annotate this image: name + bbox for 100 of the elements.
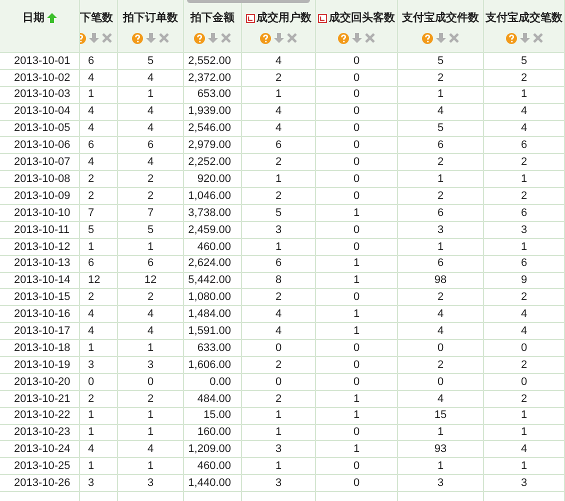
- table-cell: 1: [398, 424, 484, 442]
- table-cell: 2013-10-25: [0, 458, 80, 476]
- table-cell: 3: [398, 475, 484, 492]
- table-cell: 0: [398, 374, 484, 391]
- table-cell: 1: [242, 408, 316, 425]
- table-cell: 0: [316, 475, 398, 492]
- table-cell: 484.00: [184, 390, 242, 408]
- table-cell: 2013-10-13: [0, 256, 80, 273]
- sort-down-icon[interactable]: [146, 33, 156, 43]
- table-cell: 6: [398, 256, 484, 273]
- table-cell: 4: [484, 120, 565, 138]
- remove-icon[interactable]: [532, 33, 542, 43]
- table-cell: 4: [118, 120, 184, 138]
- table-cell: 6: [484, 256, 565, 273]
- table-cell: 12: [80, 272, 118, 290]
- table-cell: 2,372.00: [184, 70, 242, 87]
- table-cell: 1: [118, 408, 184, 425]
- sort-down-icon[interactable]: [274, 33, 284, 43]
- table-cell: 2013-10-05: [0, 120, 80, 138]
- table-cell: 920.00: [184, 171, 242, 188]
- table-cell: 4: [80, 306, 118, 324]
- remove-icon[interactable]: [159, 33, 169, 43]
- remove-icon[interactable]: [287, 33, 297, 43]
- table-cell: 160.00: [184, 424, 242, 442]
- help-icon[interactable]: [132, 32, 143, 44]
- table-cell: 6: [242, 137, 316, 154]
- help-icon[interactable]: [506, 32, 516, 44]
- table-cell: 1: [80, 86, 118, 104]
- table-cell: 1: [484, 171, 565, 188]
- table-cell: 4: [80, 323, 118, 340]
- table-cell: 1: [484, 424, 565, 442]
- table-cell: 2: [242, 289, 316, 306]
- remove-icon[interactable]: [365, 33, 375, 43]
- sort-down-icon[interactable]: [352, 33, 362, 43]
- table-cell: 7: [118, 205, 184, 222]
- table-cell: 8: [242, 272, 316, 290]
- table-cell: 0: [316, 53, 398, 70]
- table-cell: 2013-10-22: [0, 408, 80, 425]
- help-icon[interactable]: [194, 32, 205, 44]
- sort-down-icon[interactable]: [436, 33, 446, 43]
- table-cell: 2,979.00: [184, 137, 242, 154]
- table-cell: 1: [118, 238, 184, 256]
- table-cell: 1: [118, 86, 184, 104]
- table-cell: 2013-10-03: [0, 86, 80, 104]
- table-cell: 1: [242, 171, 316, 188]
- table-cell: 1: [80, 238, 118, 256]
- table-cell: 2013-10-01: [0, 53, 80, 70]
- table-cell: 3: [242, 441, 316, 458]
- remove-icon[interactable]: [449, 33, 459, 43]
- table-cell: 1: [80, 408, 118, 425]
- table-cell: 2: [242, 357, 316, 374]
- help-icon[interactable]: [422, 32, 433, 44]
- table-cell: 7: [80, 205, 118, 222]
- table-cell: 2: [242, 188, 316, 206]
- help-icon[interactable]: [260, 32, 271, 44]
- table-cell: 2: [484, 70, 565, 87]
- table-cell: 2: [118, 390, 184, 408]
- table-cell: 2: [118, 188, 184, 206]
- table-cell: 6: [398, 205, 484, 222]
- table-cell: 2: [80, 390, 118, 408]
- table-cell: 3: [484, 222, 565, 239]
- table-cell: 1,939.00: [184, 104, 242, 121]
- help-icon[interactable]: [338, 32, 349, 44]
- table-cell: 4: [484, 104, 565, 121]
- remove-icon[interactable]: [221, 33, 231, 43]
- sort-down-icon[interactable]: [208, 33, 218, 43]
- table-cell: 3: [242, 222, 316, 239]
- table-cell: 4: [118, 323, 184, 340]
- table-cell: 3: [398, 222, 484, 239]
- table-cell: 4: [242, 104, 316, 121]
- table-cell: 15.00: [184, 408, 242, 425]
- table-cell: 2013-10-02: [0, 70, 80, 87]
- table-cell: 1,606.00: [184, 357, 242, 374]
- table-cell: 1,209.00: [184, 441, 242, 458]
- table-cell: 2: [398, 289, 484, 306]
- table-cell: 2,252.00: [184, 154, 242, 172]
- table-cell: 1: [242, 238, 316, 256]
- table-cell: 0: [118, 374, 184, 391]
- table-cell: 1: [118, 424, 184, 442]
- table-cell: 0: [316, 340, 398, 358]
- table-cell: 0: [316, 120, 398, 138]
- table-cell: 0: [316, 188, 398, 206]
- table-cell: 5,442.00: [184, 272, 242, 290]
- column-header[interactable]: 日期: [22, 10, 44, 26]
- table-cell: 4: [118, 441, 184, 458]
- table-cell: 12: [118, 272, 184, 290]
- table-cell: 2013-10-04: [0, 104, 80, 121]
- table-cell: 4: [398, 104, 484, 121]
- sort-up-icon[interactable]: [46, 13, 56, 24]
- scrollbar-thumb[interactable]: [187, 0, 310, 3]
- table-cell: 2: [484, 289, 565, 306]
- sort-down-icon[interactable]: [520, 33, 530, 43]
- sort-down-icon[interactable]: [89, 33, 99, 43]
- table-cell: 2013-10-11: [0, 222, 80, 239]
- table-cell: 1,046.00: [184, 188, 242, 206]
- table-cell: 0: [316, 86, 398, 104]
- table-cell: 4: [398, 323, 484, 340]
- table-cell: 4: [118, 70, 184, 87]
- table-cell: 4: [118, 154, 184, 172]
- remove-icon[interactable]: [102, 33, 112, 43]
